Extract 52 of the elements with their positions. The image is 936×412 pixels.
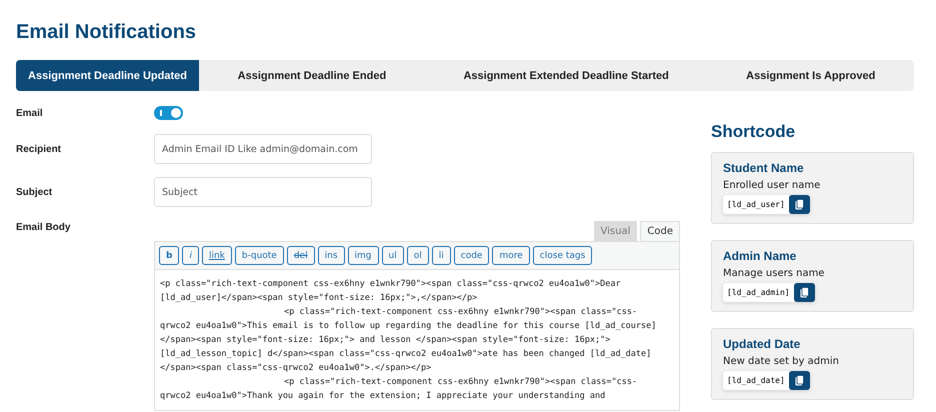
card-description: New date set by admin <box>723 356 840 367</box>
code-line: qrwco2 eu4oa1w0">This email is to follow up regarding the deadline for this course [ld_ad_course] <box>160 320 656 333</box>
tab[interactable]: Assignment Deadline Updated <box>16 60 199 91</box>
tab[interactable]: Assignment Deadline Ended <box>199 60 425 91</box>
code-line: </span><span style="font-size: 16px;"> and lesson </span><span style="font-size: 16px;"> <box>160 334 610 347</box>
card-title: Student Name <box>723 161 805 175</box>
code-line: [ld_ad_user]</span><span style="font-size: 16px;">,</span></p> <box>160 292 478 305</box>
card-description: Manage users name <box>723 268 826 279</box>
field-label: Subject <box>16 186 54 200</box>
copy-button[interactable] <box>794 283 815 302</box>
field-label: Email <box>16 107 44 121</box>
code-line: <p class="rich-text-component css-ex6hny e1wnkr790"><span class="css-qrwco2 eu4oa1w0">Dear <box>160 278 621 291</box>
field-label: Email Body <box>16 221 72 235</box>
card-description: Enrolled user name <box>723 180 822 191</box>
format-button[interactable]: i <box>182 246 199 265</box>
format-button[interactable]: ins <box>318 246 345 265</box>
code-line: </span><span class="css-qrwco2 eu4oa1w0">.</span></p> <box>160 362 432 375</box>
section-heading: Shortcode <box>711 122 796 142</box>
code-line: <p class="rich-text-component css-ex6hny e1wnkr790"><span class="css- <box>283 306 638 319</box>
format-button[interactable]: b <box>159 246 180 265</box>
editor-tab[interactable]: Visual <box>594 221 638 241</box>
tab[interactable]: Assignment Is Approved <box>708 60 914 91</box>
code-line: [ld_ad_lesson_topic] d</span><span class="css-qrwco2 eu4oa1w0">ate has been changed [ld_ad_date] <box>160 348 652 361</box>
format-button[interactable]: close tags <box>532 246 592 265</box>
copy-button[interactable] <box>788 195 810 214</box>
format-button[interactable]: code <box>454 246 490 265</box>
format-button[interactable]: li <box>432 246 451 265</box>
format-button[interactable]: ul <box>382 246 404 265</box>
format-button[interactable]: b-quote <box>234 246 284 265</box>
format-button[interactable]: link <box>202 246 232 265</box>
shortcode-text: [ld_ad_admin] <box>723 283 794 302</box>
code-line: <p class="rich-text-component css-ex6hny e1wnkr790"><span class="css- <box>283 376 638 389</box>
shortcode-text: [ld_ad_date] <box>723 371 789 390</box>
page-title: Email Notifications <box>16 20 198 45</box>
card-title: Admin Name <box>723 249 798 263</box>
copy-icon <box>800 287 809 298</box>
card-title: Updated Date <box>723 337 802 351</box>
copy-icon <box>794 199 804 210</box>
toggle-switch[interactable] <box>154 106 183 120</box>
field-label: Recipient <box>16 143 62 157</box>
editor-tab[interactable]: Code <box>640 221 680 241</box>
input-field[interactable]: Subject <box>154 177 372 207</box>
input-field[interactable]: Admin Email ID Like admin@domain.com <box>154 134 372 164</box>
copy-icon <box>794 375 804 386</box>
format-button[interactable]: del <box>286 246 315 265</box>
format-button[interactable]: more <box>492 246 530 265</box>
format-button[interactable]: ol <box>406 246 429 265</box>
format-button[interactable]: img <box>348 246 378 265</box>
code-line: qrwco2 eu4oa1w0">Thank you again for the extension; I appreciate your understanding and <box>160 390 606 403</box>
copy-button[interactable] <box>788 371 810 390</box>
tab[interactable]: Assignment Extended Deadline Started <box>424 60 708 91</box>
shortcode-text: [ld_ad_user] <box>723 195 789 214</box>
